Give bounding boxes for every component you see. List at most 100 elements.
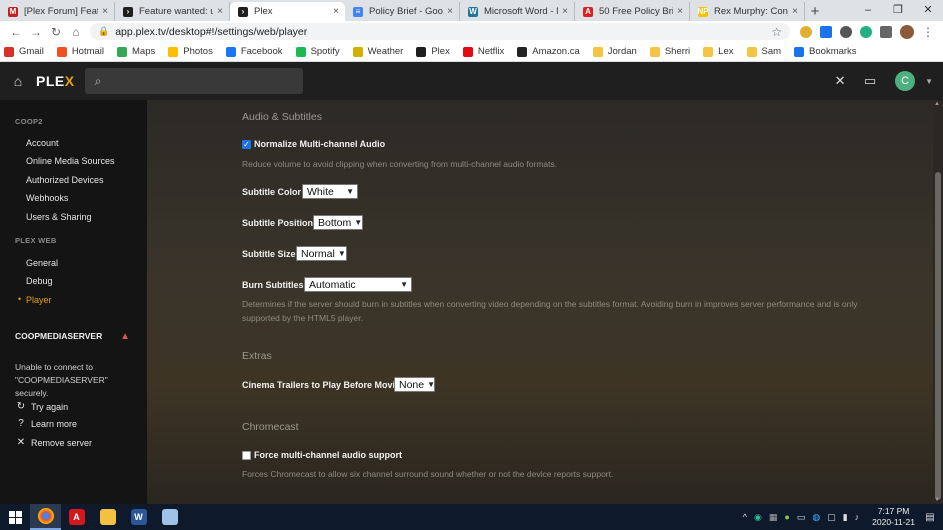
chevron-down-icon[interactable]: ▼ [925,77,933,86]
user-avatar[interactable]: C [895,71,916,91]
sidebar-item-debug[interactable]: Debug [26,276,53,286]
bookmark-item[interactable]: Maps [117,46,155,57]
sidebar-item-online-media-sources[interactable]: Online Media Sources [26,156,115,166]
close-tab-icon[interactable]: × [677,6,683,17]
server-connection-message: Unable to connect to "COOPMEDIASERVER" s… [15,362,108,398]
browser-tab[interactable]: › Plex × [230,2,345,21]
browser-tab[interactable]: A 50 Free Policy Brief Ter × [575,2,690,21]
back-icon[interactable]: ← [6,25,26,39]
extension-icons: ⋮ [800,24,934,39]
start-button[interactable] [0,504,30,530]
pdf-icon: A [583,6,593,17]
browser-tab[interactable]: ≡ Policy Brief - Google D × [345,2,460,21]
close-tab-icon[interactable]: × [102,6,108,17]
browser-tab[interactable]: NP Rex Murphy: Conjuring× [690,2,805,21]
sidebar-item-player[interactable]: Player [26,295,52,305]
remove-server-button[interactable]: ✕ Remove server [15,437,92,448]
chevron-up-icon[interactable]: ^ [743,512,747,522]
minimize-icon[interactable]: – [853,0,883,21]
tray-app-icon[interactable]: ◍ [812,512,820,523]
normalize-audio-checkbox-row[interactable]: ✓ Normalize Multi-channel Audio [242,139,385,149]
scroll-down-icon[interactable]: ▼ [934,497,940,503]
sidebar-item-account[interactable]: Account [26,138,59,148]
sidebar-item-general[interactable]: General [26,258,58,268]
bookmark-item[interactable]: Weather [352,46,403,57]
tray-app-icon[interactable]: ◉ [754,512,762,523]
extension-icon[interactable] [800,25,812,38]
tray-app-icon[interactable]: ▢ [827,512,836,523]
close-window-icon[interactable]: ✕ [913,0,943,21]
subtitle-color-select[interactable]: White ▼ [302,184,358,199]
battery-icon[interactable]: ▮ [843,512,848,523]
scrollbar-thumb[interactable] [935,172,941,500]
extension-icon[interactable] [840,25,852,38]
network-icon[interactable]: ▭ [797,512,806,523]
bookmark-item[interactable]: Netflix [462,46,504,57]
bookmark-item[interactable]: Lex [703,46,734,57]
bookmark-item[interactable]: Sam [746,46,781,57]
subtitle-size-select[interactable]: Normal ▼ [296,246,347,261]
close-tab-icon[interactable]: × [447,6,453,17]
bookmark-item[interactable]: Plex [416,46,450,57]
try-again-button[interactable]: ↻ Try again [15,401,68,412]
address-bar[interactable]: 🔒 app.plex.tv/desktop#!/settings/web/pla… [90,23,790,40]
search-input[interactable]: ⌕ [84,68,303,94]
new-tab-button[interactable]: + [805,2,825,21]
close-tab-icon[interactable]: × [792,6,798,17]
profile-avatar[interactable] [900,24,914,39]
taskbar-acrobat[interactable]: A [61,504,92,530]
learn-more-link[interactable]: ? Learn more [15,418,77,429]
browser-tab[interactable]: W Microsoft Word - New × [460,2,575,21]
normalize-audio-checkbox[interactable]: ✓ [242,139,251,149]
burn-subtitles-select[interactable]: Automatic ▼ [304,277,412,292]
bookmark-item[interactable]: Gmail [4,46,44,57]
bookmark-item[interactable]: Jordan [592,46,637,57]
subtitle-position-select[interactable]: Bottom ▼ [313,215,363,230]
menu-kebab-icon[interactable]: ⋮ [922,25,934,39]
taskbar-word[interactable]: W [123,504,154,530]
bookmark-item[interactable]: Spotify [295,46,340,57]
taskbar-clock[interactable]: 7:17 PM 2020-11-21 [872,506,915,528]
force-multichannel-checkbox[interactable] [242,450,251,460]
sidebar-item-users-sharing[interactable]: Users & Sharing [26,212,92,222]
home-page-icon[interactable]: ⌂ [66,25,86,39]
force-multichannel-checkbox-row[interactable]: Force multi-channel audio support [242,450,402,460]
sidebar-section-plex-web: PLEX WEB [15,236,57,245]
extension-icon[interactable] [820,25,832,38]
home-icon[interactable]: ⌂ [0,73,36,89]
close-tab-icon[interactable]: × [333,6,339,17]
bookmark-item[interactable]: Photos [168,46,213,57]
volume-icon[interactable]: ♪ [855,512,860,522]
bookmark-item[interactable]: Amazon.ca [517,46,580,57]
browser-tab[interactable]: M [Plex Forum] Feature w × [0,2,115,21]
settings-tools-icon[interactable]: ✕ [825,73,855,89]
scroll-up-icon[interactable]: ▲ [934,101,940,107]
server-item[interactable]: COOPMEDIASERVER ▲ [0,321,144,351]
taskbar-chrome[interactable] [30,504,61,530]
plex-logo[interactable]: PLEX [36,73,75,89]
taskbar-app[interactable] [154,504,185,530]
notification-icon[interactable]: ▤ [923,512,937,523]
bookmark-icon [592,46,603,57]
content-scrollbar[interactable]: ▲ ▼ [933,100,943,504]
tray-app-icon[interactable]: ● [784,512,789,522]
taskbar-file-explorer[interactable] [92,504,123,530]
sidebar-item-webhooks[interactable]: Webhooks [26,193,68,203]
cast-icon[interactable]: ▭ [855,73,885,89]
close-tab-icon[interactable]: × [562,6,568,17]
bookmark-item[interactable]: Bookmarks [794,46,857,57]
bookmark-star-icon[interactable]: ☆ [771,25,782,39]
browser-tab[interactable]: › Feature wanted: updat × [115,2,230,21]
sidebar-item-authorized-devices[interactable]: Authorized Devices [26,175,104,185]
bookmark-item[interactable]: Facebook [225,46,283,57]
close-tab-icon[interactable]: × [217,6,223,17]
bookmark-item[interactable]: Hotmail [56,46,104,57]
cinema-trailers-select[interactable]: None ▼ [394,377,435,392]
extension-icon[interactable] [860,25,872,38]
maximize-icon[interactable]: ❐ [883,0,913,21]
puzzle-icon[interactable] [880,25,892,38]
tray-app-icon[interactable]: ▦ [769,512,778,523]
reload-icon[interactable]: ↻ [46,25,66,39]
bookmark-item[interactable]: Sherri [649,46,690,57]
forward-icon[interactable]: → [26,25,46,39]
